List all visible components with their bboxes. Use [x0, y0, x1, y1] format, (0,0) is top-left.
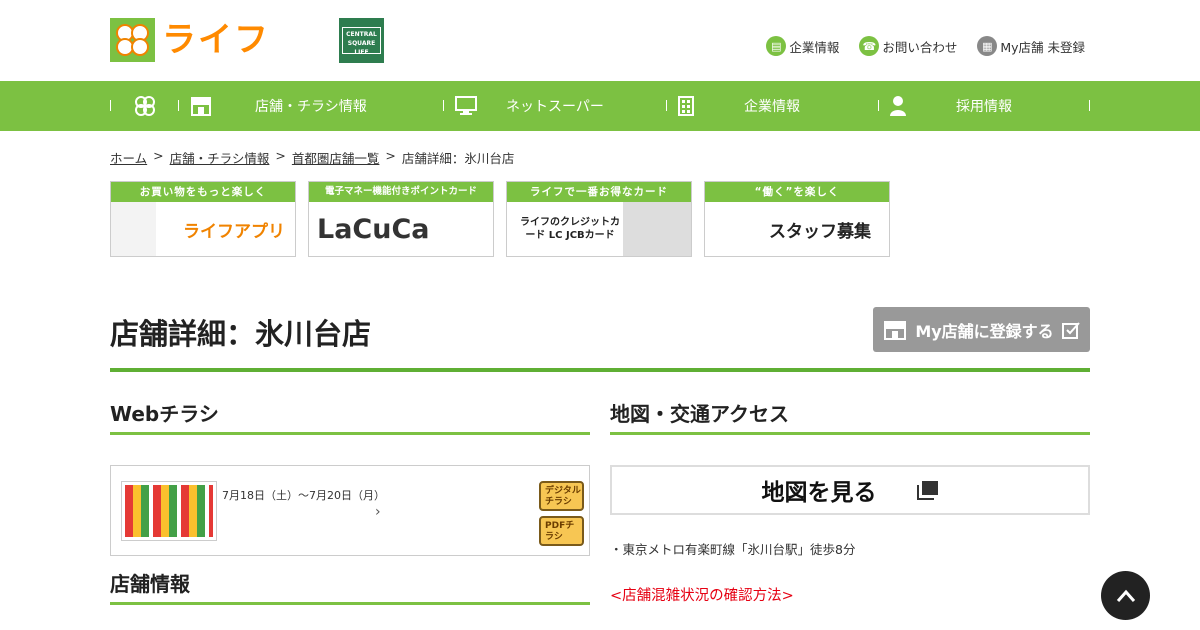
breadcrumb: ホーム > 店舗・チラシ情報 > 首都圏店舗一覧 > 店舗詳細：氷川台店 — [110, 148, 514, 167]
digital-flyer-button[interactable]: デジタルチラシ — [539, 481, 584, 511]
external-window-icon — [916, 481, 938, 500]
mystore-link[interactable]: ▦ My店舗 未登録 — [977, 36, 1085, 56]
banner-credit-card[interactable]: ライフで一番お得なカード ライフのクレジットカード LC JCBカード — [506, 181, 692, 257]
clover-icon — [135, 96, 155, 116]
access-text: ・東京メトロ有楽町線「氷川台駅」徒歩8分 — [610, 542, 856, 557]
banner-lacuca[interactable]: 電子マネー機能付きポイントカード LaCuCa — [308, 181, 494, 257]
nav-separator — [443, 100, 444, 111]
section-rule — [610, 432, 1090, 435]
breadcrumb-separator: > — [153, 148, 164, 163]
section-title-store-info: 店舗情報 — [110, 572, 190, 596]
contact-link[interactable]: ☎ お問い合わせ — [859, 36, 957, 56]
breadcrumb-metro-list[interactable]: 首都圏店舗一覧 — [292, 148, 380, 167]
flyer-image — [125, 485, 213, 537]
store-icon — [191, 97, 211, 116]
store-icon: ▦ — [977, 36, 998, 56]
nav-item-recruit[interactable]: 採用情報 — [889, 81, 1012, 131]
page-title: 店舗詳細：氷川台店 — [110, 317, 372, 351]
section-rule — [110, 432, 590, 435]
nav-separator — [878, 100, 879, 111]
building-icon: ▤ — [766, 36, 787, 56]
banner-life-app[interactable]: お買い物をもっと楽しく ライフアプリ — [110, 181, 296, 257]
header-links: ▤ 企業情報 ☎ お問い合わせ ▦ My店舗 未登録 — [766, 36, 1085, 56]
flyer-date-range: 7月18日（土）～7月20日（月） — [222, 489, 385, 502]
breadcrumb-current: 店舗詳細：氷川台店 — [401, 151, 515, 166]
company-info-link[interactable]: ▤ 企業情報 — [766, 36, 839, 56]
breadcrumb-home[interactable]: ホーム — [110, 148, 147, 167]
person-icon — [890, 96, 906, 116]
breadcrumb-separator: > — [275, 148, 286, 163]
section-rule — [110, 602, 590, 605]
flyer-card[interactable]: 7月18日（土）～7月20日（月） › デジタルチラシ PDFチラシ — [110, 465, 590, 556]
breadcrumb-separator: > — [385, 148, 396, 163]
section-title-web-flyer: Webチラシ — [110, 402, 219, 426]
phone-icon: ☎ — [859, 36, 880, 56]
store-icon — [884, 320, 907, 340]
breadcrumb-stores[interactable]: 店舗・チラシ情報 — [170, 148, 270, 167]
global-nav: 店舗・チラシ情報 ネットスーパー 企業情報 採用情報 — [0, 81, 1200, 131]
life-logo[interactable]: ライフ — [110, 18, 292, 62]
logo-text: ライフ — [162, 20, 270, 60]
nav-home-clover[interactable] — [132, 81, 158, 131]
flyer-thumbnail[interactable] — [121, 481, 217, 541]
register-mystore-button[interactable]: My店舗に登録する — [873, 307, 1090, 352]
title-rule — [110, 368, 1090, 372]
building-icon — [678, 96, 694, 116]
chevron-right-icon: › — [375, 504, 381, 520]
central-square-logo[interactable]: CENTRAL SQUARE LIFE — [339, 18, 384, 63]
clover-icon — [110, 18, 155, 62]
chevron-up-icon — [1116, 589, 1135, 602]
back-to-top-button[interactable] — [1101, 571, 1150, 620]
view-map-button[interactable]: 地図を見る — [610, 465, 1090, 515]
site-header: ライフ CENTRAL SQUARE LIFE ▤ 企業情報 ☎ お問い合わせ … — [0, 0, 1200, 81]
nav-separator — [110, 100, 111, 111]
nav-item-stores[interactable]: 店舗・チラシ情報 — [190, 81, 367, 131]
section-title-map-access: 地図・交通アクセス — [610, 402, 789, 426]
pdf-flyer-button[interactable]: PDFチラシ — [539, 516, 584, 546]
banner-staff-recruit[interactable]: “働く”を楽しく スタッフ募集 — [704, 181, 890, 257]
nav-item-company[interactable]: 企業情報 — [678, 81, 800, 131]
nav-separator — [178, 100, 179, 111]
monitor-icon — [455, 96, 477, 115]
nav-separator — [1089, 100, 1090, 111]
congestion-info-link[interactable]: <店舗混雑状況の確認方法> — [610, 584, 794, 605]
nav-separator — [666, 100, 667, 111]
edit-check-icon — [1061, 321, 1080, 339]
nav-item-netsuper[interactable]: ネットスーパー — [455, 81, 604, 131]
